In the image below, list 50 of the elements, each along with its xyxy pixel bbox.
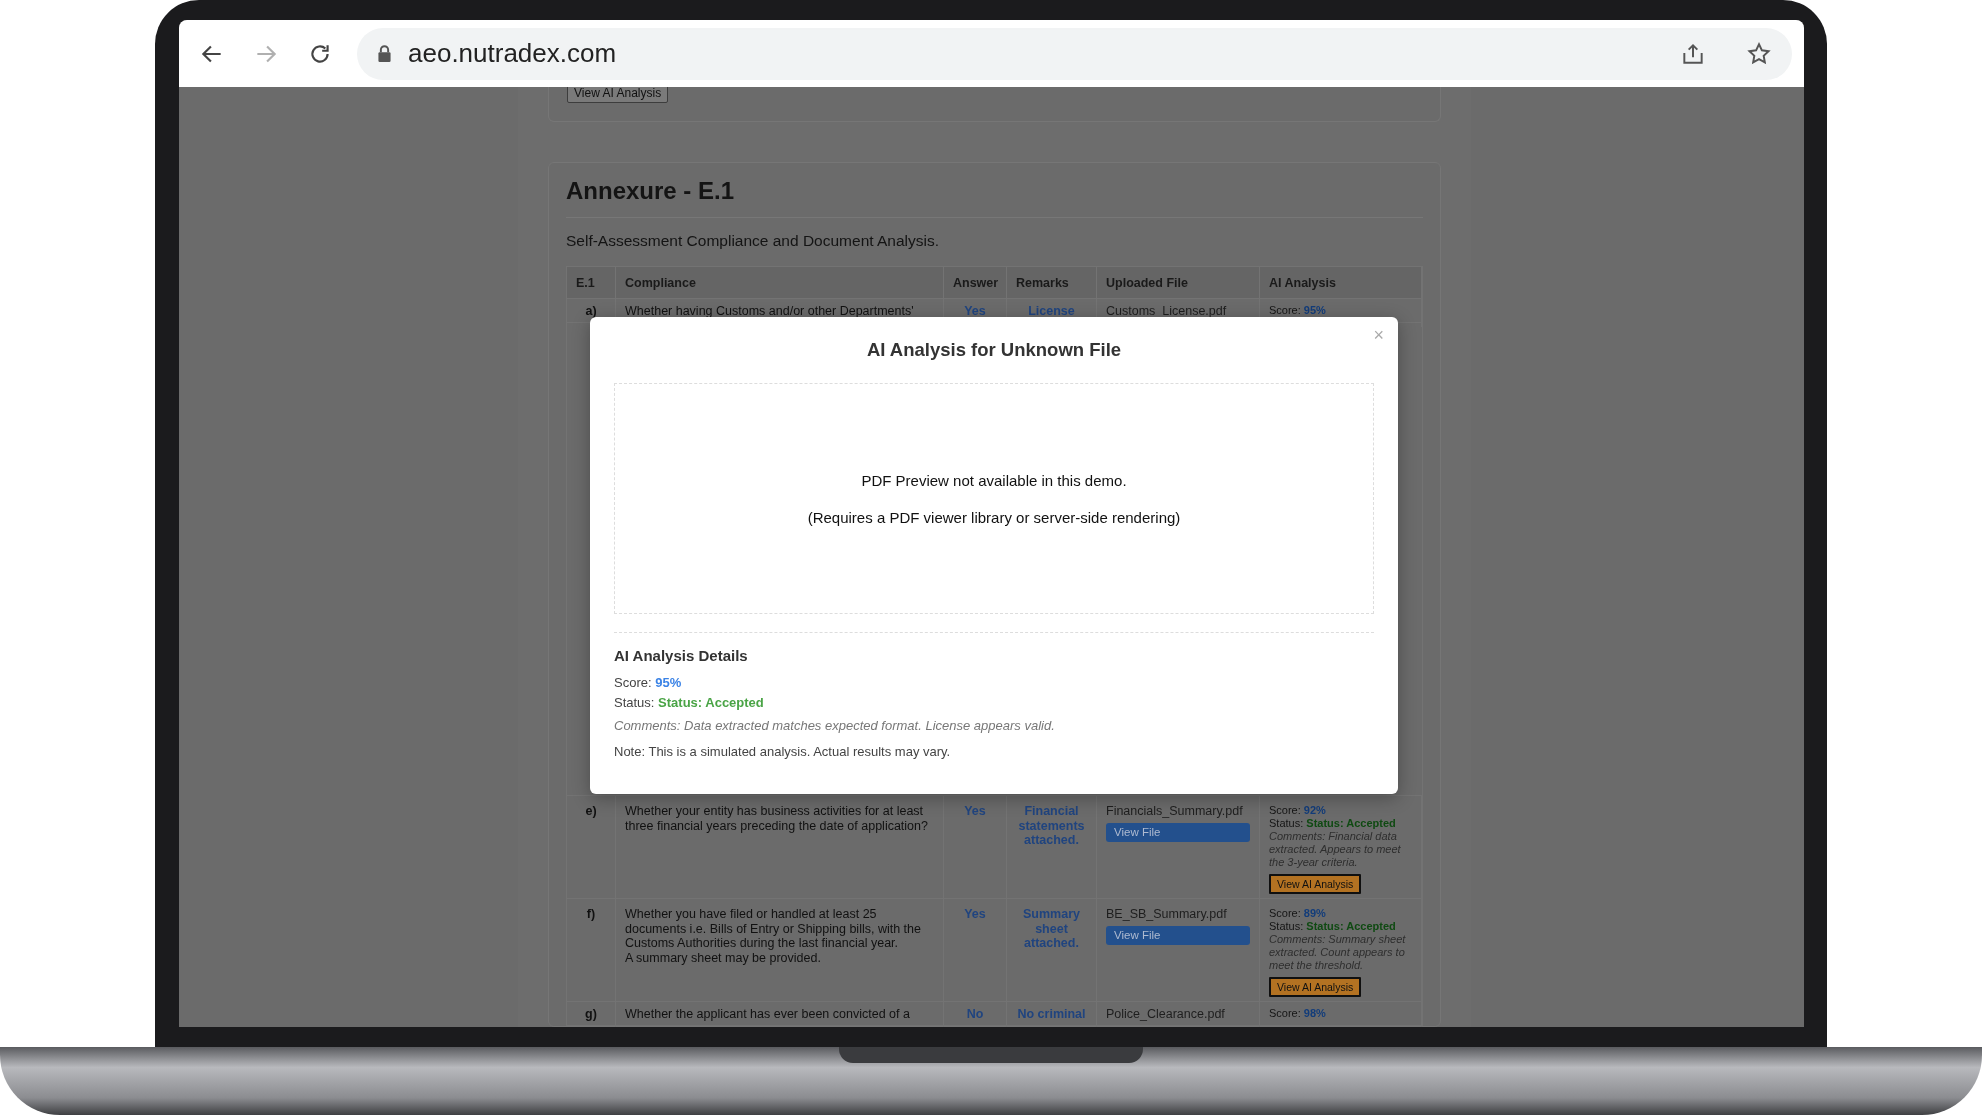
view-ai-analysis-button[interactable]: View AI Analysis	[567, 87, 669, 103]
remarks-text: Summary sheet attached.	[1007, 898, 1097, 1005]
lock-icon	[377, 45, 392, 62]
answer-text: Yes	[944, 898, 1007, 1005]
compliance-text: Whether you have filed or handled at least 25 documents i.e. Bills of Entry or Shipping bills, with the Customs Authorities during the last financial year. A summary sheet may be provided.	[616, 898, 944, 1005]
preview-message: (Requires a PDF viewer library or server-side rendering)	[807, 508, 1181, 526]
status-text: Status: Status: Accepted	[1269, 817, 1396, 830]
answer-text: No	[944, 1001, 1007, 1027]
column-header: Answer	[944, 267, 1007, 298]
file-name: Customs_License.pdf	[1106, 304, 1227, 319]
view-file-button[interactable]: View File	[1106, 925, 1250, 945]
comments-text: Comments: Financial data extracted. Appears to meet the 3-year criteria.	[1269, 830, 1402, 869]
column-header: AI Analysis	[1260, 267, 1422, 298]
score-text: Score: 92%	[1269, 804, 1326, 817]
preview-message: PDF Preview not available in this demo.	[861, 471, 1127, 489]
row-label: f)	[567, 898, 616, 1005]
comments-text: Comments: Data extracted matches expected format. License appears valid.	[614, 718, 1055, 733]
view-ai-analysis-button[interactable]: View AI Analysis	[1269, 874, 1362, 894]
column-header: Compliance	[616, 267, 944, 298]
address-bar[interactable]: aeo.nutradex.com	[357, 27, 1792, 80]
row-label: g)	[567, 1001, 616, 1027]
view-ai-analysis-button[interactable]: View AI Analysis	[1269, 977, 1362, 997]
compliance-text: Whether your entity has business activities for at least three financial years preceding the date of application?	[616, 795, 944, 902]
column-header: E.1	[567, 267, 616, 298]
score-text: Score: 89%	[1269, 907, 1326, 920]
status-text: Status: Status: Accepted	[614, 694, 764, 712]
file-name: BE_SB_Summary.pdf	[1106, 907, 1227, 922]
modal-title: AI Analysis for Unknown File	[865, 339, 1123, 361]
answer-text: Yes	[944, 795, 1007, 902]
view-file-button[interactable]: View File	[1106, 822, 1250, 842]
close-button[interactable]: ×	[1369, 325, 1388, 346]
remarks-text: Financial statements attached.	[1007, 795, 1097, 902]
compliance-text: Whether the applicant has ever been convicted of a	[616, 1001, 944, 1027]
note-text: Note: This is a simulated analysis. Actual results may vary.	[614, 744, 951, 759]
remarks-text: No criminal	[1007, 1001, 1097, 1027]
star-icon[interactable]	[1746, 40, 1772, 67]
url-text: aeo.nutradex.com	[408, 38, 617, 69]
score-text: Score: 98%	[1269, 1007, 1326, 1020]
file-name: Financials_Summary.pdf	[1106, 804, 1243, 819]
details-heading: AI Analysis Details	[614, 647, 748, 664]
score-text: Score: 95%	[1269, 304, 1326, 317]
row-label: e)	[567, 795, 616, 902]
column-header: Remarks	[1007, 267, 1097, 298]
column-header: Uploaded File	[1097, 267, 1260, 298]
section-subtitle: Self-Assessment Compliance and Document Analysis.	[566, 232, 941, 250]
status-text: Status: Status: Accepted	[1269, 920, 1396, 933]
file-name: Police_Clearance.pdf	[1106, 1007, 1225, 1022]
score-text: Score: 95%	[614, 674, 682, 692]
section-title: Annexure - E.1	[566, 177, 1423, 218]
comments-text: Comments: Summary sheet extracted. Count appears to meet the threshold.	[1269, 933, 1407, 972]
